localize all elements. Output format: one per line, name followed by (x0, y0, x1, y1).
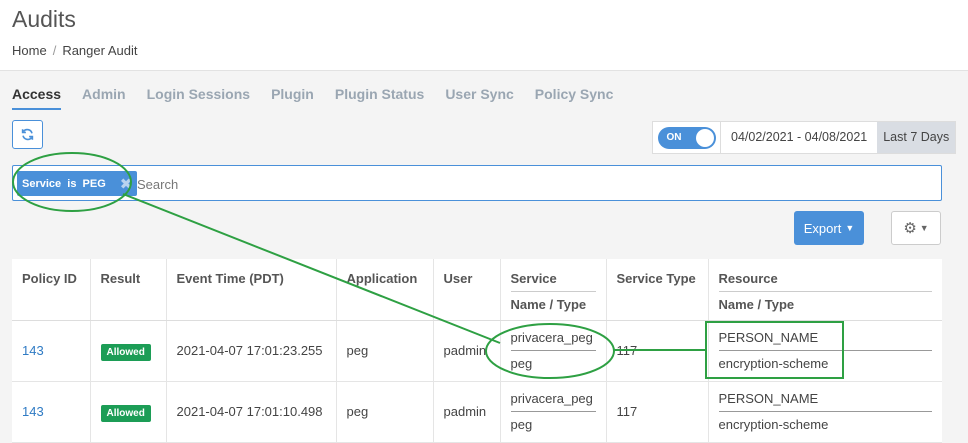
tab-user-sync[interactable]: User Sync (445, 86, 513, 110)
audit-tabs: Access Admin Login Sessions Plugin Plugi… (12, 86, 634, 110)
page-header: Audits Home / Ranger Audit (0, 0, 968, 71)
breadcrumb: Home / Ranger Audit (12, 43, 138, 58)
resource-cell: PERSON_NAME encryption-scheme (708, 381, 942, 443)
table-header-row: Policy ID Result Event Time (PDT) Applic… (12, 259, 942, 321)
col-user[interactable]: User (433, 259, 501, 321)
service-cell: privacera_pegpeg (500, 381, 607, 443)
col-event-time[interactable]: Event Time (PDT) (166, 259, 337, 321)
toggle-label: ON (666, 131, 682, 143)
search-filter-tag[interactable]: Service is PEG ✖ (17, 171, 138, 196)
resource-cell: PERSON_NAME encryption-scheme (708, 320, 942, 382)
service-name: privacera_peg (510, 391, 596, 412)
col-resource-sub: Name / Type (718, 291, 932, 312)
date-range-picker[interactable]: 04/02/2021 - 04/08/2021 (721, 122, 877, 153)
search-bar: Service is PEG ✖ (12, 165, 942, 201)
col-resource-label: Resource (718, 271, 778, 286)
col-result[interactable]: Result (90, 259, 167, 321)
event-time: 2021-04-07 17:01:10.498 (166, 381, 337, 443)
resource-type: encryption-scheme (718, 356, 829, 371)
settings-button[interactable]: ⚙ ▼ (891, 211, 941, 245)
service-type: 117 (606, 381, 709, 443)
breadcrumb-current: Ranger Audit (62, 43, 138, 58)
table-row: 143 Allowed 2021-04-07 17:01:10.498 peg … (12, 381, 942, 443)
page-title: Audits (12, 6, 76, 32)
tab-access[interactable]: Access (12, 86, 62, 110)
toggle-knob (695, 128, 714, 147)
close-icon[interactable]: ✖ (120, 175, 133, 193)
refresh-button[interactable] (12, 120, 43, 149)
tab-plugin[interactable]: Plugin (271, 86, 314, 110)
resource-type: encryption-scheme (718, 417, 829, 432)
search-input[interactable] (137, 174, 927, 194)
policy-id-link[interactable]: 143 (22, 404, 44, 419)
tab-admin[interactable]: Admin (82, 86, 126, 110)
col-service-type[interactable]: Service Type (606, 259, 709, 321)
event-time: 2021-04-07 17:01:23.255 (166, 320, 337, 382)
service-type-short: peg (510, 356, 533, 371)
application: peg (336, 320, 434, 382)
date-filter: ON 04/02/2021 - 04/08/2021 Last 7 Days (652, 121, 957, 154)
col-resource[interactable]: Resource Name / Type (708, 259, 942, 321)
user: padmin (433, 320, 501, 382)
gear-icon: ⚙ (903, 220, 917, 237)
col-service[interactable]: Service Name / Type (500, 259, 607, 321)
tab-policy-sync[interactable]: Policy Sync (535, 86, 614, 110)
caret-down-icon: ▼ (919, 223, 929, 233)
export-label: Export (803, 220, 842, 236)
search-filter-tag-label: Service is PEG (22, 177, 106, 190)
resource-name: PERSON_NAME (718, 330, 932, 351)
status-badge: Allowed (100, 344, 151, 361)
service-type: 117 (606, 320, 709, 382)
col-service-label: Service (510, 271, 557, 286)
service-cell: privacera_pegpeg (500, 320, 607, 382)
application: peg (336, 381, 434, 443)
caret-down-icon: ▼ (845, 223, 855, 233)
table-row: 143 Allowed 2021-04-07 17:01:23.255 peg … (12, 320, 942, 382)
refresh-icon (21, 128, 34, 141)
col-policy-id[interactable]: Policy ID (12, 259, 91, 321)
export-button[interactable]: Export ▼ (794, 211, 864, 245)
resource-name: PERSON_NAME (718, 391, 932, 412)
service-type-short: peg (510, 417, 533, 432)
col-application[interactable]: Application (336, 259, 434, 321)
tab-login-sessions[interactable]: Login Sessions (147, 86, 250, 110)
breadcrumb-home[interactable]: Home (12, 43, 47, 58)
status-badge: Allowed (100, 405, 151, 422)
date-toggle[interactable]: ON (657, 126, 716, 149)
policy-id-link[interactable]: 143 (22, 343, 44, 358)
date-preset[interactable]: Last 7 Days (877, 122, 956, 153)
tab-plugin-status[interactable]: Plugin Status (335, 86, 424, 110)
audit-table: Policy ID Result Event Time (PDT) Applic… (12, 259, 942, 443)
user: padmin (433, 381, 501, 443)
service-name: privacera_peg (510, 330, 596, 351)
col-service-sub: Name / Type (510, 291, 596, 312)
date-toggle-wrap: ON (653, 122, 721, 153)
